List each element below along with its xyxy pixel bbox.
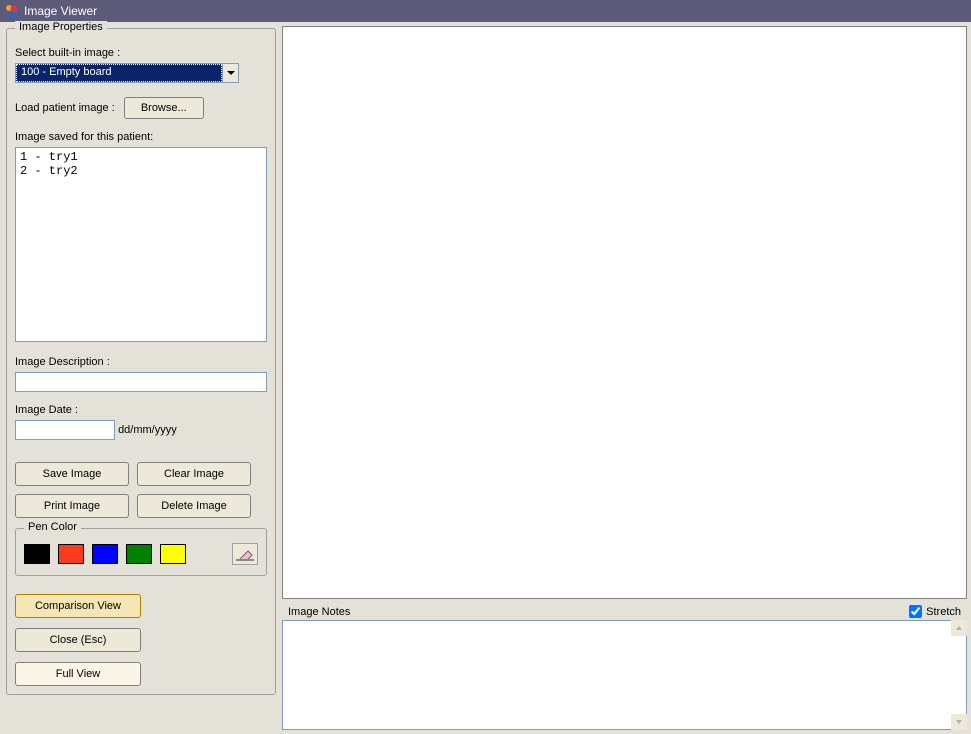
delete-image-button[interactable]: Delete Image [137,494,251,518]
pen-color-title: Pen Color [24,521,81,533]
chevron-down-icon[interactable] [222,64,238,82]
load-patient-label: Load patient image : [15,102,115,114]
stretch-checkbox-wrap[interactable]: Stretch [909,605,961,618]
image-properties-group: Image Properties Select built-in image :… [6,28,276,695]
eraser-icon[interactable] [232,543,258,565]
stretch-checkbox[interactable] [909,605,922,618]
builtin-image-select[interactable]: 100 - Empty board [15,63,239,83]
image-description-label: Image Description : [15,356,267,368]
color-swatch[interactable] [160,544,186,564]
app-icon [4,3,20,19]
image-canvas[interactable] [282,26,967,599]
color-swatch[interactable] [58,544,84,564]
date-format-hint: dd/mm/yyyy [118,424,177,436]
image-date-input[interactable] [15,420,115,440]
browse-button[interactable]: Browse... [124,97,204,119]
color-swatch[interactable] [24,544,50,564]
window-title: Image Viewer [24,4,97,18]
scroll-up-icon[interactable] [951,620,967,636]
list-item[interactable]: 2 - try2 [20,164,262,178]
image-notes-textarea[interactable] [282,620,967,730]
image-date-label: Image Date : [15,404,267,416]
builtin-image-value: 100 - Empty board [16,64,222,82]
clear-image-button[interactable]: Clear Image [137,462,251,486]
comparison-view-button[interactable]: Comparison View [15,594,141,618]
list-item[interactable]: 1 - try1 [20,150,262,164]
stretch-label: Stretch [926,606,961,618]
print-image-button[interactable]: Print Image [15,494,129,518]
color-swatch[interactable] [126,544,152,564]
image-properties-title: Image Properties [15,21,107,33]
pen-color-group: Pen Color [15,528,267,576]
image-notes-label: Image Notes [288,606,350,618]
full-view-button[interactable]: Full View [15,662,141,686]
notes-scrollbar[interactable] [951,620,967,730]
color-swatch[interactable] [92,544,118,564]
saved-images-label: Image saved for this patient: [15,131,267,143]
saved-images-list[interactable]: 1 - try12 - try2 [15,147,267,342]
left-panel: Image Properties Select built-in image :… [0,22,282,734]
close-button[interactable]: Close (Esc) [15,628,141,652]
save-image-button[interactable]: Save Image [15,462,129,486]
right-panel: Image Notes Stretch [282,22,971,734]
titlebar: Image Viewer [0,0,971,22]
select-builtin-label: Select built-in image : [15,47,267,59]
image-description-input[interactable] [15,372,267,392]
scroll-down-icon[interactable] [951,714,967,730]
